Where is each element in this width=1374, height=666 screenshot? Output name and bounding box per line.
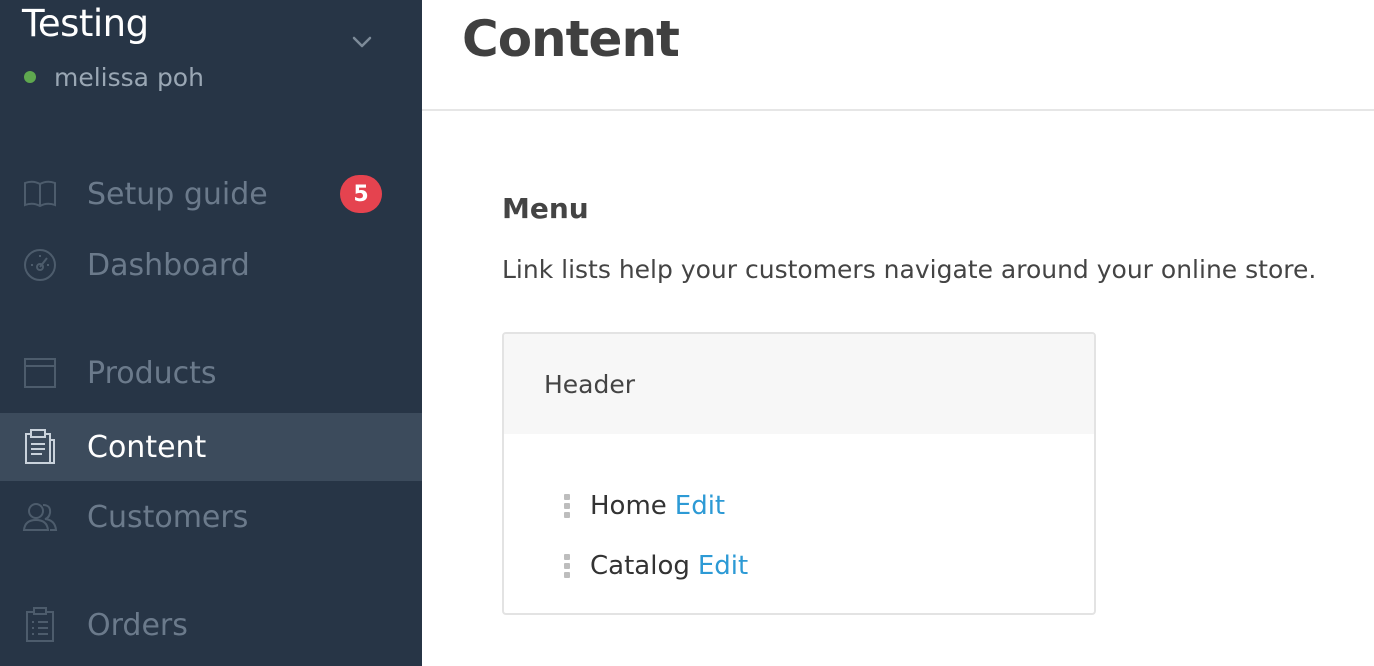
list-item: Home Edit [504,476,1094,536]
drag-handle-icon[interactable] [564,554,572,578]
main-content: Content Menu Link lists help your custom… [422,0,1374,666]
link-title: Home [590,491,667,521]
link-title: Catalog [590,551,690,581]
sidebar-item-label: Products [87,355,217,391]
drag-handle-icon[interactable] [564,494,572,518]
sidebar-item-orders[interactable]: Orders [0,591,422,659]
sidebar-item-content[interactable]: Content [0,413,422,481]
sidebar-item-dashboard[interactable]: Dashboard [0,231,422,299]
box-icon [22,355,58,391]
book-icon [22,176,58,212]
sidebar-item-label: Orders [87,607,188,643]
orders-icon [22,607,58,643]
sidebar-item-setup-guide[interactable]: Setup guide 5 [0,160,422,228]
sidebar-item-label: Content [87,429,207,465]
clipboard-icon [22,429,58,465]
sidebar-item-customers[interactable]: Customers [0,483,422,551]
store-name: Testing [22,2,149,45]
link-list-name: Header [544,369,636,399]
chevron-down-icon[interactable] [350,30,374,54]
sidebar-item-label: Setup guide [87,176,268,212]
edit-link[interactable]: Edit [698,551,748,581]
sidebar-item-label: Customers [87,499,249,535]
section-title: Menu [502,192,589,225]
page-title: Content [462,10,680,68]
link-list-card: Header Home Edit Catalog Edit [502,332,1096,615]
link-list-header: Header [504,334,1094,434]
link-list-body: Home Edit Catalog Edit [504,434,1094,596]
sidebar: Testing melissa poh Setup guide 5 Dashbo… [0,0,422,666]
sidebar-item-label: Dashboard [87,247,250,283]
section-description: Link lists help your customers navigate … [502,255,1317,284]
page-header: Content [422,0,1374,111]
current-user: melissa poh [24,60,204,94]
edit-link[interactable]: Edit [675,491,725,521]
speedometer-icon [22,247,58,283]
list-item: Catalog Edit [504,536,1094,596]
notification-badge: 5 [340,175,382,213]
users-icon [22,499,58,535]
online-status-icon [24,71,36,83]
sidebar-item-products[interactable]: Products [0,339,422,407]
user-name: melissa poh [54,62,204,92]
